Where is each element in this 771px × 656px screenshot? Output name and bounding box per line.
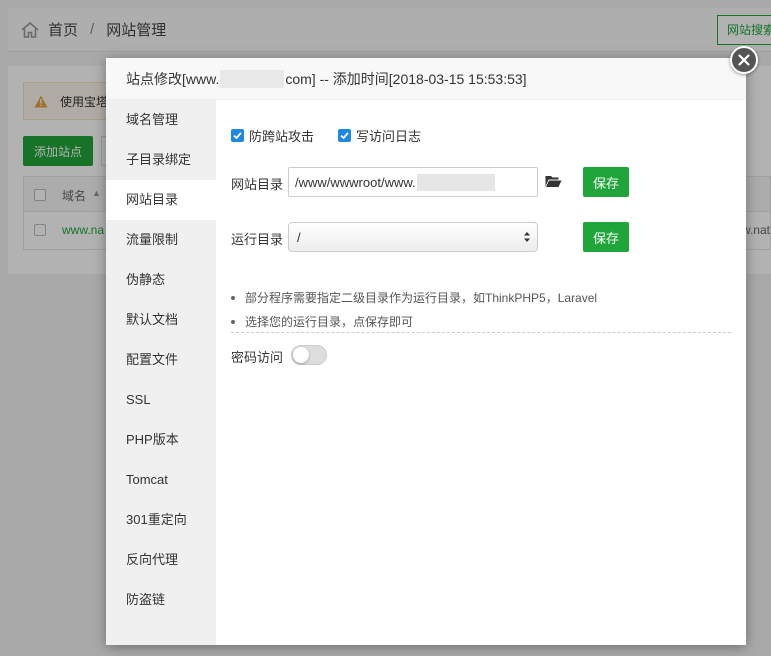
site-dir-value: /www/wwwroot/www.	[295, 174, 416, 190]
checkmark-icon	[340, 132, 349, 140]
menu-item-tomcat[interactable]: Tomcat	[106, 460, 216, 500]
modal-title: 站点修改[www. com] -- 添加时间[2018-03-15 15:53:…	[106, 58, 746, 100]
menu-item-hotlink-protection[interactable]: 防盗链	[106, 580, 216, 620]
menu-item-rewrite[interactable]: 伪静态	[106, 260, 216, 300]
menu-item-php-version[interactable]: PHP版本	[106, 420, 216, 460]
menu-item-subdir-binding[interactable]: 子目录绑定	[106, 140, 216, 180]
folder-open-icon[interactable]	[545, 174, 562, 188]
menu-item-domain[interactable]: 域名管理	[106, 100, 216, 140]
menu-item-ssl[interactable]: SSL	[106, 380, 216, 420]
anti-xss-checkbox[interactable]	[231, 129, 244, 142]
menu-item-default-doc[interactable]: 默认文档	[106, 300, 216, 340]
checkbox-row: 防跨站攻击 写访问日志	[231, 126, 421, 145]
run-dir-label: 运行目录	[231, 232, 284, 247]
modal-title-prefix: 站点修改[www.	[126, 70, 220, 87]
close-icon	[738, 54, 750, 66]
site-edit-modal: 站点修改[www. com] -- 添加时间[2018-03-15 15:53:…	[106, 46, 758, 645]
toggle-knob	[293, 347, 309, 363]
menu-item-config-file[interactable]: 配置文件	[106, 340, 216, 380]
divider	[231, 332, 731, 333]
redacted-path	[416, 173, 495, 191]
anti-xss-label[interactable]: 防跨站攻击	[249, 126, 314, 145]
modal-title-suffix: com] -- 添加时间[2018-03-15 15:53:53]	[285, 70, 527, 87]
save-site-dir-button[interactable]: 保存	[583, 167, 629, 197]
tip-item: 选择您的运行目录，点保存即可	[231, 310, 731, 334]
help-tips: 部分程序需要指定二级目录作为运行目录，如ThinkPHP5，Laravel 选择…	[231, 286, 731, 334]
access-log-checkbox[interactable]	[338, 129, 352, 142]
run-dir-value: /	[297, 229, 301, 245]
menu-item-traffic-limit[interactable]: 流量限制	[106, 220, 216, 260]
redacted-domain	[220, 69, 285, 88]
site-dir-label: 网站目录	[231, 177, 284, 192]
site-dir-settings: 防跨站攻击 写访问日志 网站目录 /www/wwwroot/www. 保存 运行…	[216, 100, 746, 645]
access-log-label[interactable]: 写访问日志	[356, 126, 421, 145]
tip-item: 部分程序需要指定二级目录作为运行目录，如ThinkPHP5，Laravel	[231, 286, 731, 310]
modal-close-button[interactable]	[730, 46, 758, 74]
menu-item-reverse-proxy[interactable]: 反向代理	[106, 540, 216, 580]
menu-item-site-dir[interactable]: 网站目录	[106, 180, 216, 220]
site-dir-input[interactable]: /www/wwwroot/www.	[288, 167, 538, 197]
password-access-toggle[interactable]	[291, 345, 327, 365]
menu-item-301-redirect[interactable]: 301重定向	[106, 500, 216, 540]
settings-side-menu: 域名管理 子目录绑定 网站目录 流量限制 伪静态 默认文档 配置文件 SSL P…	[106, 100, 216, 645]
select-arrows-icon	[524, 232, 530, 242]
run-dir-select[interactable]: /	[288, 222, 538, 252]
save-run-dir-button[interactable]: 保存	[583, 222, 629, 252]
password-access-label: 密码访问	[231, 350, 284, 365]
checkmark-icon	[233, 132, 242, 140]
